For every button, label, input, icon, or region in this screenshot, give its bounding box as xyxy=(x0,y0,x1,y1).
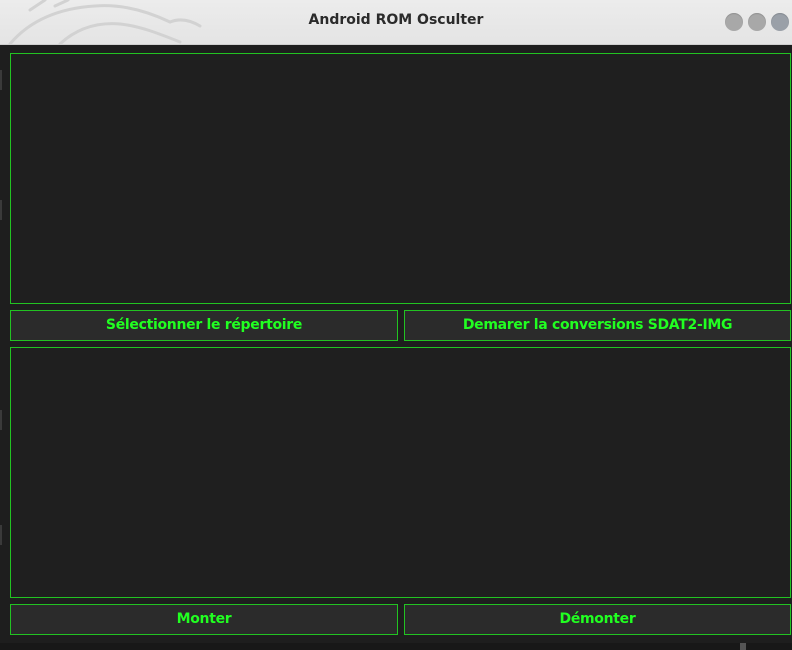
close-button[interactable] xyxy=(771,13,789,31)
left-edge-marker xyxy=(0,70,2,90)
left-edge-marker xyxy=(0,410,2,430)
app-window: Android ROM Osculter Sélectionner le rép… xyxy=(0,0,792,650)
top-output-textarea[interactable] xyxy=(10,53,791,304)
minimize-button[interactable] xyxy=(725,13,743,31)
window-title: Android ROM Osculter xyxy=(308,12,484,28)
bottom-output-textarea[interactable] xyxy=(10,347,791,598)
bottom-strip xyxy=(0,643,792,650)
mount-button[interactable]: Monter xyxy=(10,604,398,635)
select-directory-button[interactable]: Sélectionner le répertoire xyxy=(10,310,398,341)
left-edge-marker xyxy=(0,200,2,220)
main-content: Sélectionner le répertoire Demarer la co… xyxy=(0,45,792,650)
title-bar[interactable]: Android ROM Osculter xyxy=(0,0,792,45)
unmount-button[interactable]: Démonter xyxy=(404,604,791,635)
resize-handle[interactable] xyxy=(740,643,746,650)
left-edge-marker xyxy=(0,525,2,545)
maximize-button[interactable] xyxy=(748,13,766,31)
start-conversion-button[interactable]: Demarer la conversions SDAT2-IMG xyxy=(404,310,791,341)
